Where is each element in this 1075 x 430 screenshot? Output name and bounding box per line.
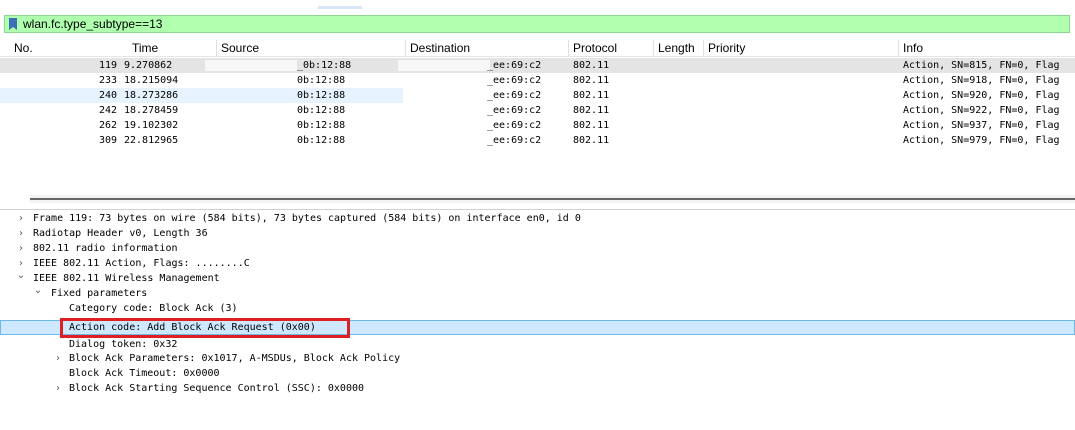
tree-item-radio-info[interactable]: › 802.11 radio information [0, 241, 1075, 256]
tree-item-label: IEEE 802.11 Wireless Management [33, 273, 220, 284]
packet-time: 18.273286 [124, 90, 179, 101]
packet-no: 309 [99, 135, 118, 146]
column-separator [703, 40, 704, 56]
packet-time: 18.278459 [124, 105, 179, 116]
packet-no: 233 [99, 75, 118, 86]
packet-protocol: 802.11 [573, 105, 610, 116]
packet-info: Action, SN=920, FN=0, Flag [903, 90, 1060, 101]
column-header-source[interactable]: Source [221, 41, 259, 56]
packet-source: 0b:12:88 [297, 120, 346, 131]
packet-protocol: 802.11 [573, 120, 610, 131]
chevron-down-icon[interactable]: ⌄ [16, 268, 26, 283]
packet-source: 0b:12:88 [297, 105, 346, 116]
filter-input[interactable]: wlan.fc.type_subtype==13 [23, 17, 162, 32]
annotation-highlight-box [60, 318, 350, 338]
packet-no: 119 [99, 60, 118, 71]
packet-destination: _ee:69:c2 [487, 75, 542, 86]
packet-source: 0b:12:88 [297, 90, 346, 101]
tree-item-label: Block Ack Timeout: 0x0000 [69, 368, 220, 379]
packet-row[interactable]: 309 22.812965 0b:12:88 _ee:69:c2 802.11 … [0, 133, 1075, 148]
packet-row[interactable]: 242 18.278459 0b:12:88 _ee:69:c2 802.11 … [0, 103, 1075, 118]
column-header-length[interactable]: Length [658, 41, 695, 56]
packet-row[interactable]: 233 18.215094 0b:12:88 _ee:69:c2 802.11 … [0, 73, 1075, 88]
column-separator [898, 40, 899, 56]
packet-source: 0b:12:88 [297, 75, 346, 86]
tree-item-label: Fixed parameters [51, 288, 148, 299]
column-header-no[interactable]: No. [14, 41, 33, 56]
column-header-time[interactable]: Time [132, 41, 158, 56]
pane-divider[interactable] [0, 209, 1075, 210]
column-header-priority[interactable]: Priority [708, 41, 745, 56]
packet-row[interactable]: 262 19.102302 0b:12:88 _ee:69:c2 802.11 … [0, 118, 1075, 133]
tree-item-label: Block Ack Parameters: 0x1017, A-MSDUs, B… [69, 353, 401, 364]
chevron-right-icon[interactable]: › [16, 211, 26, 226]
packet-info: Action, SN=979, FN=0, Flag [903, 135, 1060, 146]
redacted-destination [398, 60, 490, 71]
tree-item-fixed-parameters[interactable]: ⌄ Fixed parameters [0, 283, 1075, 301]
packet-source: _0b:12:88 [297, 60, 352, 71]
column-separator [216, 40, 217, 56]
packet-destination: _ee:69:c2 [487, 90, 542, 101]
packet-protocol: 802.11 [573, 75, 610, 86]
tree-item-ieee-action[interactable]: › IEEE 802.11 Action, Flags: ........C [0, 256, 1075, 271]
tree-item-wireless-management[interactable]: ⌄ IEEE 802.11 Wireless Management [0, 268, 1075, 286]
tree-item-label: Radiotap Header v0, Length 36 [33, 228, 208, 239]
tree-item-label: IEEE 802.11 Action, Flags: ........C [33, 258, 250, 269]
packet-destination: _ee:69:c2 [487, 120, 542, 131]
tree-item-label: Block Ack Starting Sequence Control (SSC… [69, 383, 365, 394]
chevron-right-icon[interactable]: › [16, 241, 26, 256]
column-header-destination[interactable]: Destination [410, 41, 470, 56]
packet-row[interactable]: 119 9.270862 _0b:12:88 _ee:69:c2 802.11 … [0, 58, 1075, 73]
column-separator [568, 40, 569, 56]
column-separator [405, 40, 406, 56]
packet-no: 262 [99, 120, 118, 131]
packet-no: 240 [99, 90, 118, 101]
packet-no: 242 [99, 105, 118, 116]
tree-item-block-ack-timeout[interactable]: Block Ack Timeout: 0x0000 [0, 366, 1075, 381]
chevron-right-icon[interactable]: › [16, 226, 26, 241]
packet-source: 0b:12:88 [297, 135, 346, 146]
packet-row[interactable]: 240 18.273286 0b:12:88 _ee:69:c2 802.11 … [0, 88, 1075, 103]
packet-time: 18.215094 [124, 75, 179, 86]
horizontal-scrollbar-thumb[interactable] [30, 198, 1075, 200]
top-indicator [318, 6, 362, 9]
tree-item-radiotap[interactable]: › Radiotap Header v0, Length 36 [0, 226, 1075, 241]
display-filter-bar[interactable]: wlan.fc.type_subtype==13 [4, 15, 1070, 33]
tree-item-label: Category code: Block Ack (3) [69, 303, 238, 314]
packet-list-header: No. Time Source Destination Protocol Len… [0, 40, 1075, 57]
tree-item-label: Frame 119: 73 bytes on wire (584 bits), … [33, 213, 581, 224]
chevron-right-icon[interactable]: › [53, 351, 63, 366]
packet-protocol: 802.11 [573, 135, 610, 146]
tree-item-frame[interactable]: › Frame 119: 73 bytes on wire (584 bits)… [0, 211, 1075, 226]
column-header-protocol[interactable]: Protocol [573, 41, 617, 56]
packet-destination: _ee:69:c2 [487, 60, 542, 71]
tree-item-category-code[interactable]: Category code: Block Ack (3) [0, 301, 1075, 316]
chevron-right-icon[interactable]: › [53, 381, 63, 396]
column-separator [653, 40, 654, 56]
packet-time: 9.270862 [124, 60, 173, 71]
bookmark-icon[interactable] [9, 18, 17, 30]
packet-info: Action, SN=922, FN=0, Flag [903, 105, 1060, 116]
packet-info: Action, SN=937, FN=0, Flag [903, 120, 1060, 131]
tree-item-dialog-token[interactable]: Dialog token: 0x32 [0, 337, 1075, 352]
packet-time: 22.812965 [124, 135, 179, 146]
tree-item-block-ack-ssc[interactable]: › Block Ack Starting Sequence Control (S… [0, 381, 1075, 396]
packet-destination: _ee:69:c2 [487, 105, 542, 116]
packet-time: 19.102302 [124, 120, 179, 131]
packet-destination: _ee:69:c2 [487, 135, 542, 146]
tree-item-block-ack-parameters[interactable]: › Block Ack Parameters: 0x1017, A-MSDUs,… [0, 351, 1075, 366]
tree-item-label: 802.11 radio information [33, 243, 178, 254]
packet-info: Action, SN=815, FN=0, Flag [903, 60, 1060, 71]
column-header-info[interactable]: Info [903, 41, 923, 56]
tree-item-label: Dialog token: 0x32 [69, 339, 178, 350]
chevron-down-icon[interactable]: ⌄ [33, 283, 43, 298]
redacted-source [205, 60, 297, 71]
packet-protocol: 802.11 [573, 60, 610, 71]
top-strip [0, 0, 1075, 14]
packet-protocol: 802.11 [573, 90, 610, 101]
packet-info: Action, SN=918, FN=0, Flag [903, 75, 1060, 86]
